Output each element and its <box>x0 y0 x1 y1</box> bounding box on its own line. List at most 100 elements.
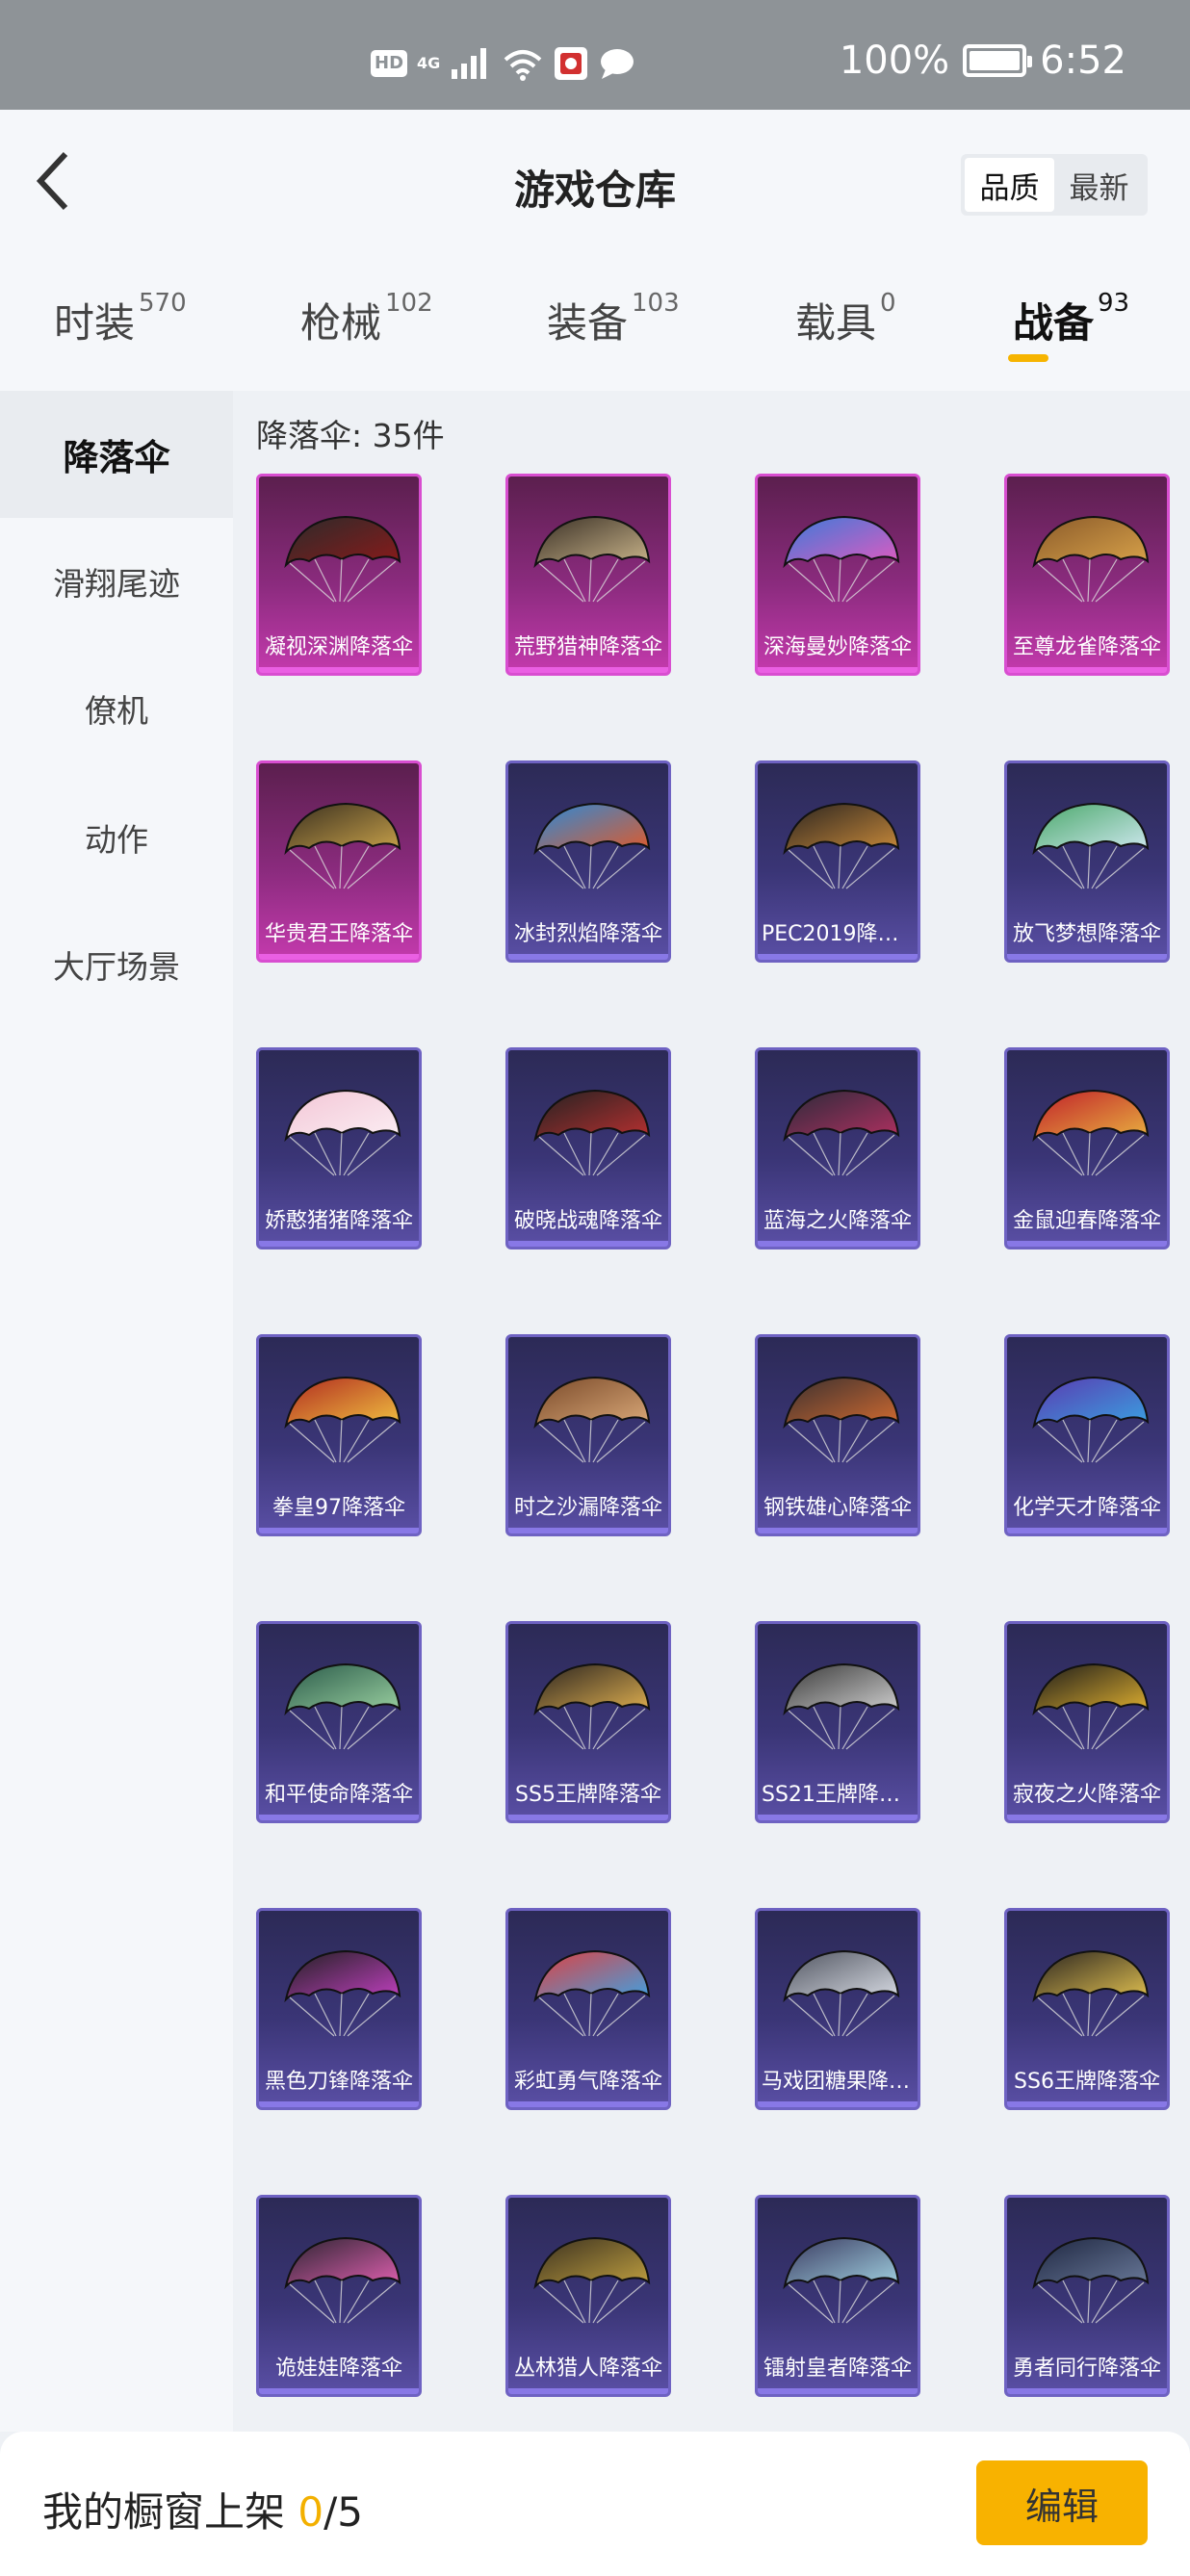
parachute-icon <box>533 515 651 603</box>
rarity-strip <box>758 667 918 673</box>
parachute-icon <box>1032 1089 1150 1176</box>
parachute-card[interactable]: PEC2019降落伞 <box>755 760 920 963</box>
parachute-card[interactable]: 马戏团糖果降落伞 <box>755 1908 920 2110</box>
parachute-card[interactable]: 时之沙漏降落伞 <box>505 1334 671 1536</box>
parachute-card[interactable]: 诡娃娃降落伞 <box>256 2195 422 2397</box>
rarity-strip <box>758 2388 918 2394</box>
rarity-strip <box>1007 1241 1167 1247</box>
parachute-card[interactable]: SS6王牌降落伞 <box>1004 1908 1170 2110</box>
showcase-label: 我的橱窗上架 <box>42 2488 286 2536</box>
parachute-icon <box>284 2236 401 2324</box>
parachute-icon <box>783 2236 900 2324</box>
parachute-card[interactable]: 勇者同行降落伞 <box>1004 2195 1170 2397</box>
sidebar-item-wingman[interactable]: 僚机 <box>0 645 233 772</box>
status-right: 100% 6:52 <box>840 39 1126 83</box>
bottom-bar: 我的橱窗上架 0/5 编辑 <box>0 2432 1190 2576</box>
parachute-name: 丛林猎人降落伞 <box>513 2357 662 2381</box>
parachute-card[interactable]: 蓝海之火降落伞 <box>755 1047 920 1249</box>
showcase-status: 我的橱窗上架 0/5 <box>42 2480 363 2538</box>
parachute-card[interactable]: 放飞梦想降落伞 <box>1004 760 1170 963</box>
parachute-icon <box>783 802 900 889</box>
parachute-name: 钢铁雄心降落伞 <box>763 1496 912 1520</box>
category-tabs: 时装 570 枪械 102 装备 103 载具 0 战备 93 <box>0 256 1190 391</box>
showcase-current: 0 <box>298 2488 324 2536</box>
tab-vehicles[interactable]: 载具 0 <box>795 289 896 368</box>
parachute-card[interactable]: 破晓战魂降落伞 <box>505 1047 671 1249</box>
header: 游戏仓库 品质 最新 <box>0 110 1190 256</box>
battery-icon <box>963 44 1033 77</box>
parachute-icon <box>284 1662 401 1750</box>
parachute-icon <box>284 1949 401 2037</box>
parachute-card[interactable]: SS21王牌降落伞 <box>755 1621 920 1823</box>
hd-icon: HD <box>371 50 408 77</box>
parachute-icon <box>783 1662 900 1750</box>
parachute-icon <box>783 1376 900 1463</box>
parachute-card[interactable]: 寂夜之火降落伞 <box>1004 1621 1170 1823</box>
parachute-card[interactable]: 拳皇97降落伞 <box>256 1334 422 1536</box>
parachute-card[interactable]: 镭射皇者降落伞 <box>755 2195 920 2397</box>
showcase-total: /5 <box>323 2488 363 2536</box>
parachute-card[interactable]: 娇憨猪猪降落伞 <box>256 1047 422 1249</box>
parachute-icon <box>284 802 401 889</box>
parachute-card[interactable]: 至尊龙雀降落伞 <box>1004 474 1170 676</box>
parachute-card[interactable]: 丛林猎人降落伞 <box>505 2195 671 2397</box>
parachute-icon <box>1032 1662 1150 1750</box>
sidebar-item-glide-trail[interactable]: 滑翔尾迹 <box>0 518 233 645</box>
tab-count: 93 <box>1098 289 1130 318</box>
parachute-icon <box>284 515 401 603</box>
tab-weapons[interactable]: 枪械 102 <box>300 289 433 368</box>
active-tab-indicator <box>1008 354 1048 362</box>
parachute-name: 诡娃娃降落伞 <box>274 2357 402 2381</box>
wifi-icon <box>504 50 542 81</box>
sidebar: 降落伞 滑翔尾迹 僚机 动作 大厅场景 <box>0 391 233 2432</box>
parachute-card[interactable]: 和平使命降落伞 <box>256 1621 422 1823</box>
app-screen: HD 4G 100% 6:52 游戏仓库 品质 最新 时装 570 枪械 102… <box>0 0 1190 2576</box>
parachute-card[interactable]: 凝视深渊降落伞 <box>256 474 422 676</box>
sidebar-item-parachute[interactable]: 降落伞 <box>0 391 233 518</box>
tab-count: 102 <box>385 289 433 318</box>
rarity-strip <box>259 667 419 673</box>
parachute-icon <box>783 1949 900 2037</box>
tab-label: 载具 <box>795 299 877 347</box>
sort-quality-button[interactable]: 品质 <box>965 158 1054 212</box>
parachute-card[interactable]: 华贵君王降落伞 <box>256 760 422 963</box>
parachute-card[interactable]: 荒野猎神降落伞 <box>505 474 671 676</box>
parachute-icon <box>783 515 900 603</box>
rarity-strip <box>508 1241 668 1247</box>
parachute-name: 蓝海之火降落伞 <box>763 1209 912 1233</box>
parachute-card[interactable]: 金鼠迎春降落伞 <box>1004 1047 1170 1249</box>
sort-newest-button[interactable]: 最新 <box>1054 158 1144 212</box>
parachute-icon <box>533 1662 651 1750</box>
parachute-card[interactable]: 深海曼妙降落伞 <box>755 474 920 676</box>
parachute-name: 镭射皇者降落伞 <box>763 2357 912 2381</box>
tab-count: 570 <box>139 289 187 318</box>
parachute-name: 凝视深渊降落伞 <box>264 635 413 659</box>
parachute-card[interactable]: 化学天才降落伞 <box>1004 1334 1170 1536</box>
parachute-icon <box>533 1376 651 1463</box>
parachute-name: 深海曼妙降落伞 <box>763 635 912 659</box>
edit-button[interactable]: 编辑 <box>976 2460 1148 2545</box>
parachute-card[interactable]: 彩虹勇气降落伞 <box>505 1908 671 2110</box>
parachute-card[interactable]: 钢铁雄心降落伞 <box>755 1334 920 1536</box>
parachute-icon <box>1032 1376 1150 1463</box>
parachute-icon <box>783 1089 900 1176</box>
rarity-strip <box>1007 2388 1167 2394</box>
tab-fashion[interactable]: 时装 570 <box>54 289 187 368</box>
parachute-name: SS6王牌降落伞 <box>1014 2070 1160 2094</box>
parachute-card[interactable]: 黑色刀锋降落伞 <box>256 1908 422 2110</box>
rarity-strip <box>758 1528 918 1533</box>
tab-label: 枪械 <box>300 299 382 347</box>
parachute-card[interactable]: SS5王牌降落伞 <box>505 1621 671 1823</box>
signal-icon <box>452 48 487 79</box>
parachute-card[interactable]: 冰封烈焰降落伞 <box>505 760 671 963</box>
rarity-strip <box>758 2101 918 2107</box>
tab-equipment[interactable]: 装备 103 <box>547 289 680 368</box>
rarity-strip <box>259 2101 419 2107</box>
sidebar-item-emote[interactable]: 动作 <box>0 774 233 901</box>
parachute-name: 黑色刀锋降落伞 <box>264 2070 413 2094</box>
rarity-strip <box>508 1815 668 1820</box>
sort-toggle: 品质 最新 <box>961 154 1148 216</box>
parachute-icon <box>533 1089 651 1176</box>
rarity-strip <box>1007 667 1167 673</box>
sidebar-item-lobby-scene[interactable]: 大厅场景 <box>0 901 233 1028</box>
